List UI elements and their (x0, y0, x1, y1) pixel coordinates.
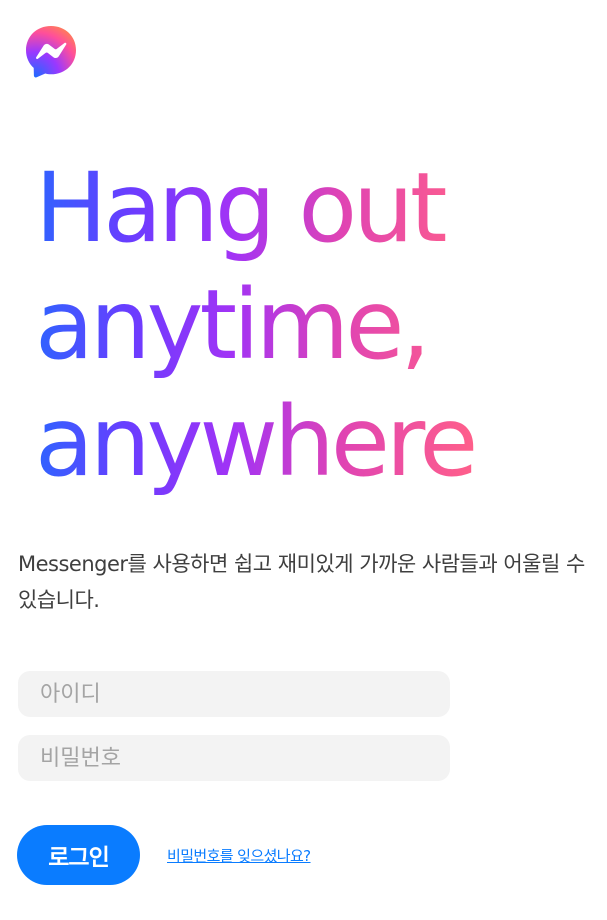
id-input[interactable] (18, 671, 450, 717)
hero-line: anywhere (35, 386, 475, 498)
forgot-password-link[interactable]: 비밀번호를 잊으셨나요? (167, 845, 311, 866)
hero-line: anytime, (35, 269, 427, 381)
login-page: Hang out anytime, anywhere Messenger를 사용… (0, 0, 607, 920)
login-button[interactable]: 로그인 (17, 825, 140, 885)
messenger-logo-icon (26, 26, 76, 78)
hero-headline: Hang out anytime, anywhere (35, 150, 474, 501)
hero-line: Hang out (35, 152, 444, 264)
password-input[interactable] (18, 735, 450, 781)
tagline: Messenger를 사용하면 쉽고 재미있게 가까운 사람들과 어울릴 수 있… (18, 552, 585, 612)
